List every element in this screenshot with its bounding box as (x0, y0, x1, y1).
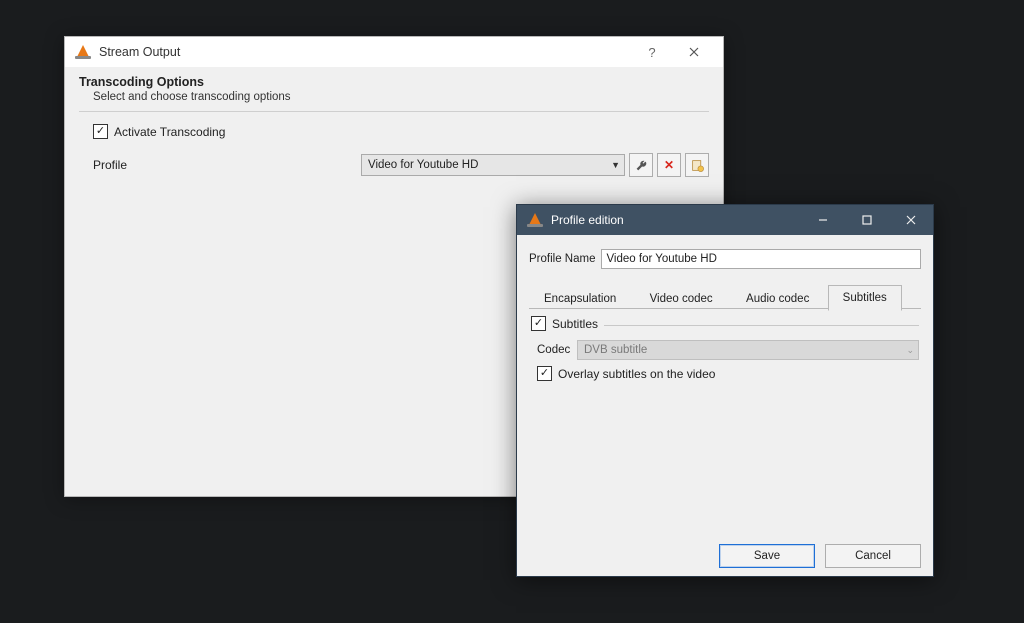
subtitles-legend-label: Subtitles (552, 317, 598, 331)
profile-title: Profile edition (551, 213, 801, 227)
close-button[interactable] (889, 205, 933, 235)
subtitles-fieldset: Subtitles Codec DVB subtitle ⌄ Overlay s… (531, 325, 919, 381)
activate-transcoding-label: Activate Transcoding (114, 125, 225, 139)
codec-select[interactable]: DVB subtitle ⌄ (577, 340, 919, 360)
delete-profile-button[interactable]: ✕ (657, 153, 681, 177)
tab-encapsulation[interactable]: Encapsulation (529, 287, 631, 311)
transcoding-heading: Transcoding Options (79, 75, 709, 89)
tab-video-codec[interactable]: Video codec (635, 287, 728, 311)
new-profile-button[interactable] (685, 153, 709, 177)
overlay-subtitles-checkbox[interactable] (537, 366, 552, 381)
profile-name-input[interactable]: Video for Youtube HD (601, 249, 921, 269)
stream-titlebar[interactable]: Stream Output ? (65, 37, 723, 67)
codec-label: Codec (537, 344, 577, 356)
profile-select[interactable]: Video for Youtube HD ▼ (361, 154, 625, 176)
minimize-button[interactable] (801, 205, 845, 235)
chevron-down-icon: ⌄ (906, 345, 914, 356)
profile-titlebar[interactable]: Profile edition (517, 205, 933, 235)
close-button[interactable] (673, 38, 715, 66)
activate-transcoding-row: Activate Transcoding (79, 124, 709, 139)
vlc-cone-icon (75, 44, 91, 60)
profile-name-label: Profile Name (529, 253, 595, 265)
help-button[interactable]: ? (631, 38, 673, 66)
subtitles-tab-panel: Subtitles Codec DVB subtitle ⌄ Overlay s… (529, 309, 921, 538)
tab-strip: Encapsulation Video codec Audio codec Su… (529, 285, 921, 309)
cancel-button[interactable]: Cancel (825, 544, 921, 568)
tab-audio-codec[interactable]: Audio codec (731, 287, 824, 311)
profile-label: Profile (93, 158, 138, 172)
maximize-button[interactable] (845, 205, 889, 235)
chevron-down-icon: ▼ (611, 160, 620, 170)
subtitles-checkbox[interactable] (531, 316, 546, 331)
vlc-cone-icon (527, 212, 543, 228)
edit-profile-button[interactable] (629, 153, 653, 177)
codec-select-value: DVB subtitle (584, 344, 647, 356)
profile-edition-window: Profile edition Profile Name Video for Y… (516, 204, 934, 577)
transcoding-subtext: Select and choose transcoding options (93, 91, 709, 103)
tab-subtitles[interactable]: Subtitles (828, 285, 902, 311)
overlay-subtitles-label: Overlay subtitles on the video (558, 367, 715, 381)
divider (79, 111, 709, 112)
profile-select-value: Video for Youtube HD (368, 159, 478, 171)
profile-body: Profile Name Video for Youtube HD Encaps… (517, 235, 933, 576)
save-button[interactable]: Save (719, 544, 815, 568)
activate-transcoding-checkbox[interactable] (93, 124, 108, 139)
stream-title: Stream Output (99, 45, 631, 59)
